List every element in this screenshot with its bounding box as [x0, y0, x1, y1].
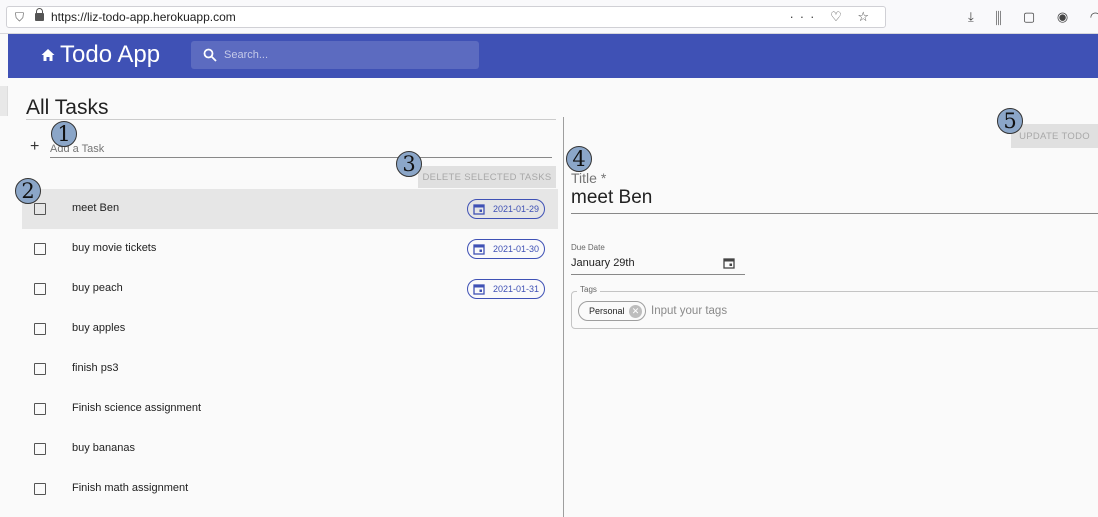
due-date-text: 2021-01-29	[493, 204, 540, 214]
task-row[interactable]: meet Ben 2021-01-29	[22, 189, 558, 229]
url-text[interactable]: https://liz-todo-app.herokuapp.com	[51, 10, 236, 24]
update-todo-button[interactable]: UPDATE TODO	[1011, 124, 1098, 148]
task-label: Finish science assignment	[72, 402, 202, 414]
title-field-label: Title *	[571, 170, 607, 186]
task-label: buy movie tickets	[72, 242, 157, 254]
tags-input[interactable]	[651, 303, 951, 319]
task-label: Finish math assignment	[72, 482, 189, 494]
browser-toolbar-icons[interactable]: ⤓ ⫼ ▢ ◉ ◠⌄	[968, 9, 1098, 25]
annotation-marker-2: 2	[15, 178, 41, 204]
browser-toolbar: ⛉ https://liz-todo-app.herokuapp.com ···…	[0, 0, 1098, 34]
due-date-text: 2021-01-30	[493, 244, 540, 254]
due-date-label: Due Date	[571, 243, 605, 252]
task-checkbox[interactable]	[34, 363, 46, 375]
tag-delete-icon[interactable]: ✕	[629, 305, 642, 318]
title-field[interactable]: meet Ben	[571, 187, 652, 209]
due-date-chip[interactable]: 2021-01-29	[467, 199, 545, 219]
add-task-row: +	[30, 138, 552, 160]
page-actions-icons[interactable]: ··· ♡ ☆	[789, 9, 875, 25]
annotation-marker-5: 5	[997, 108, 1023, 134]
page-title: All Tasks	[26, 96, 109, 119]
calendar-icon	[473, 284, 485, 295]
task-row[interactable]: buy bananas	[22, 429, 558, 469]
calendar-icon	[473, 204, 485, 215]
task-checkbox[interactable]	[34, 323, 46, 335]
task-checkbox[interactable]	[34, 403, 46, 415]
tags-label: Tags	[577, 285, 600, 294]
tag-chip[interactable]: Personal ✕	[578, 301, 646, 321]
task-checkbox[interactable]	[34, 283, 46, 295]
due-date-field[interactable]: January 29th	[571, 257, 635, 269]
tag-text: Personal	[589, 306, 625, 316]
home-icon[interactable]	[40, 47, 56, 63]
add-icon[interactable]: +	[30, 138, 39, 156]
task-label: finish ps3	[72, 362, 119, 374]
task-label: buy bananas	[72, 442, 135, 454]
app-bar: Todo App	[8, 34, 1098, 78]
due-date-chip[interactable]: 2021-01-31	[467, 279, 545, 299]
app-title[interactable]: Todo App	[60, 41, 160, 69]
add-task-input[interactable]	[50, 140, 552, 158]
shield-icon[interactable]: ⛉	[15, 10, 24, 25]
lock-icon	[35, 8, 44, 21]
task-row[interactable]: Finish math assignment	[22, 469, 558, 509]
task-label: buy apples	[72, 322, 126, 334]
task-checkbox[interactable]	[34, 483, 46, 495]
task-row[interactable]: buy movie tickets 2021-01-30	[22, 229, 558, 269]
task-label: buy peach	[72, 282, 123, 294]
panel-divider	[563, 117, 564, 517]
delete-selected-button[interactable]: DELETE SELECTED TASKS	[418, 166, 556, 188]
due-date-chip[interactable]: 2021-01-30	[467, 239, 545, 259]
calendar-icon[interactable]	[723, 257, 735, 269]
annotation-marker-4: 4	[566, 146, 592, 172]
title-field-underline	[571, 213, 1098, 214]
search-box[interactable]	[191, 41, 479, 69]
due-date-text: 2021-01-31	[493, 284, 540, 294]
task-checkbox[interactable]	[34, 443, 46, 455]
task-row[interactable]: buy apples	[22, 309, 558, 349]
due-date-underline	[571, 274, 745, 275]
task-checkbox[interactable]	[34, 203, 46, 215]
search-icon	[203, 48, 217, 62]
task-label: meet Ben	[72, 202, 120, 214]
address-bar[interactable]: ⛉ https://liz-todo-app.herokuapp.com ···…	[6, 6, 886, 28]
task-list: meet Ben 2021-01-29 buy movie tickets 20…	[22, 189, 558, 509]
annotation-marker-3: 3	[396, 151, 422, 177]
task-row[interactable]: finish ps3	[22, 349, 558, 389]
side-edge	[0, 86, 8, 116]
task-checkbox[interactable]	[34, 243, 46, 255]
search-input[interactable]	[224, 46, 469, 64]
annotation-marker-1: 1	[51, 121, 77, 147]
title-divider	[26, 119, 556, 120]
calendar-icon	[473, 244, 485, 255]
task-row[interactable]: Finish science assignment	[22, 389, 558, 429]
task-row[interactable]: buy peach 2021-01-31	[22, 269, 558, 309]
